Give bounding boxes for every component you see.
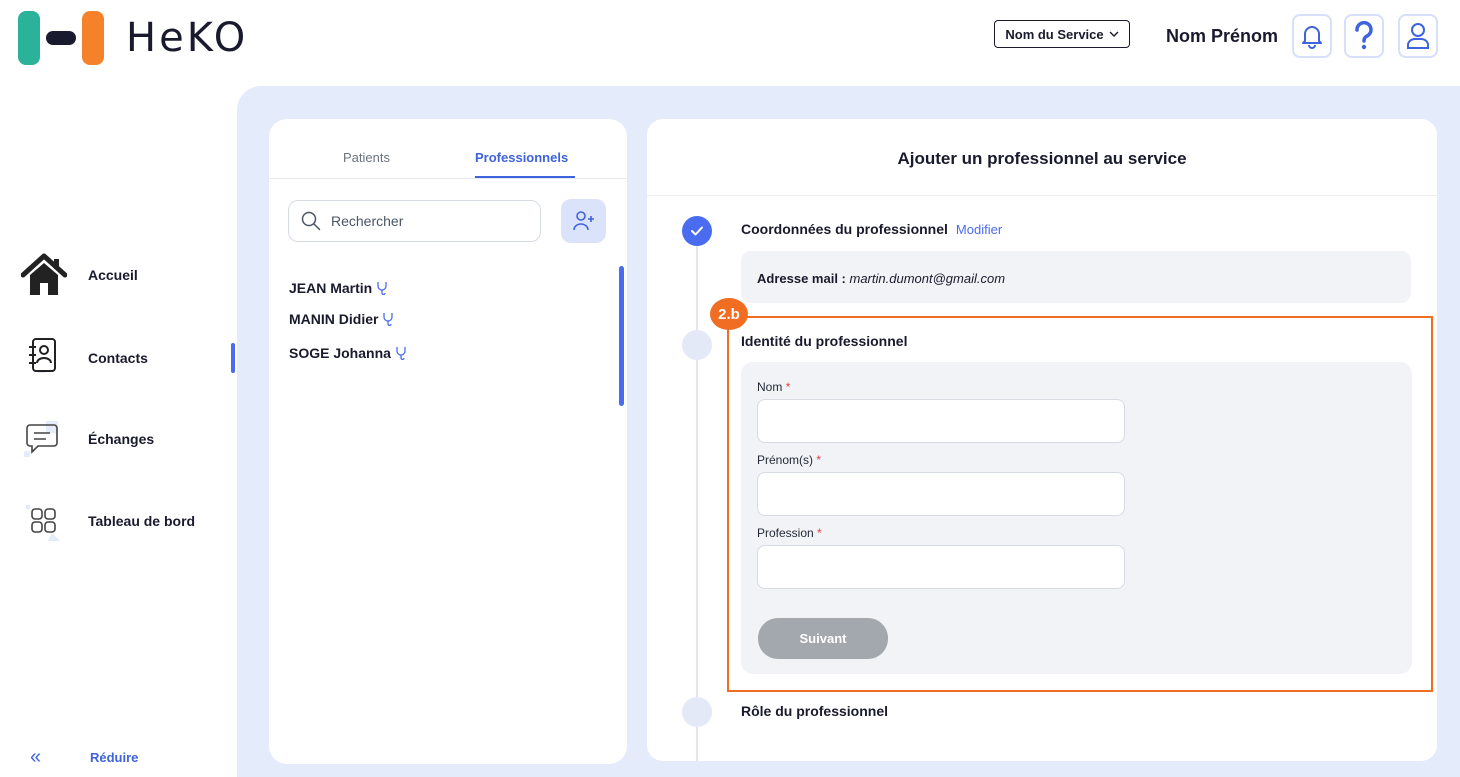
sidebar-item-echanges[interactable]: Échanges — [14, 414, 154, 464]
active-nav-indicator — [231, 343, 235, 373]
reduce-sidebar-button[interactable]: « Réduire — [30, 746, 138, 769]
home-icon — [14, 250, 74, 300]
help-button[interactable] — [1344, 14, 1384, 58]
stethoscope-icon — [383, 313, 394, 326]
search-icon — [301, 211, 321, 231]
logo-dark-bar — [46, 31, 76, 45]
sidebar-item-tableau-de-bord[interactable]: Tableau de bord — [14, 496, 195, 546]
chat-icon — [14, 414, 74, 464]
steps-timeline — [696, 229, 698, 761]
step-title-text: Coordonnées du professionnel — [741, 221, 948, 237]
sidebar-item-accueil[interactable]: Accueil — [14, 250, 138, 300]
sidebar-item-contacts[interactable]: Contacts — [14, 333, 148, 383]
step-done-indicator — [682, 216, 712, 246]
chevron-down-icon — [1109, 31, 1119, 37]
sidebar-item-label: Échanges — [88, 431, 155, 447]
contact-name: MANIN Didier — [289, 311, 379, 327]
contacts-tabs: Patients Professionnels — [269, 119, 627, 179]
profile-button[interactable] — [1398, 14, 1438, 58]
add-contact-button[interactable] — [561, 199, 606, 243]
double-chevron-left-icon: « — [30, 746, 42, 768]
search-placeholder: Rechercher — [331, 213, 404, 229]
step-highlight-frame — [727, 316, 1433, 692]
service-select[interactable]: Nom du Service — [994, 20, 1130, 48]
search-input[interactable]: Rechercher — [288, 200, 541, 242]
contact-item[interactable]: SOGE Johanna — [289, 345, 407, 361]
email-value: martin.dumont@gmail.com — [849, 271, 1006, 286]
active-tab-underline — [475, 176, 575, 178]
service-select-value: Nom du Service — [1005, 26, 1104, 42]
email-summary: Adresse mail : martin.dumont@gmail.com — [741, 251, 1411, 303]
contact-item[interactable]: JEAN Martin — [289, 280, 388, 296]
contact-name: SOGE Johanna — [289, 345, 391, 361]
contact-name: JEAN Martin — [289, 280, 373, 296]
contacts-icon — [14, 333, 74, 383]
user-name[interactable]: Nom Prénom — [1166, 26, 1278, 47]
step-current-indicator — [682, 330, 712, 360]
logo-green-bar — [18, 11, 40, 65]
step-badge: 2.b — [710, 298, 748, 330]
reduce-label: Réduire — [90, 750, 139, 765]
sidebar-item-label: Tableau de bord — [88, 513, 196, 529]
contact-item[interactable]: MANIN Didier — [289, 311, 394, 327]
logo-orange-bar — [82, 11, 104, 65]
step-pending-indicator — [682, 697, 712, 727]
user-icon — [1407, 23, 1429, 49]
panel-divider — [647, 195, 1437, 196]
modify-link[interactable]: Modifier — [956, 222, 1002, 237]
tab-patients[interactable]: Patients — [343, 150, 390, 165]
email-label: Adresse mail : — [757, 271, 846, 286]
stethoscope-icon — [396, 347, 406, 360]
sidebar-item-label: Contacts — [88, 350, 148, 366]
dashboard-icon — [14, 496, 74, 546]
panel-title: Ajouter un professionnel au service — [897, 149, 1187, 168]
add-user-icon — [572, 211, 594, 231]
tab-professionnels[interactable]: Professionnels — [475, 150, 568, 165]
stethoscope-icon — [377, 282, 387, 295]
sidebar-item-label: Accueil — [88, 267, 138, 283]
contacts-panel: Patients Professionnels Rechercher JEAN … — [269, 119, 627, 764]
help-icon — [1355, 21, 1373, 50]
step-role-title: Rôle du professionnel — [741, 703, 889, 719]
step-coordonnees-title: Coordonnées du professionnel Modifier — [741, 221, 1002, 237]
bell-icon — [1302, 26, 1322, 49]
notifications-button[interactable] — [1292, 14, 1332, 58]
check-icon — [691, 226, 703, 236]
brand-name: HeKO — [126, 15, 249, 61]
contacts-scrollbar[interactable] — [619, 266, 624, 406]
brand-logo[interactable]: HeKO — [18, 10, 248, 66]
